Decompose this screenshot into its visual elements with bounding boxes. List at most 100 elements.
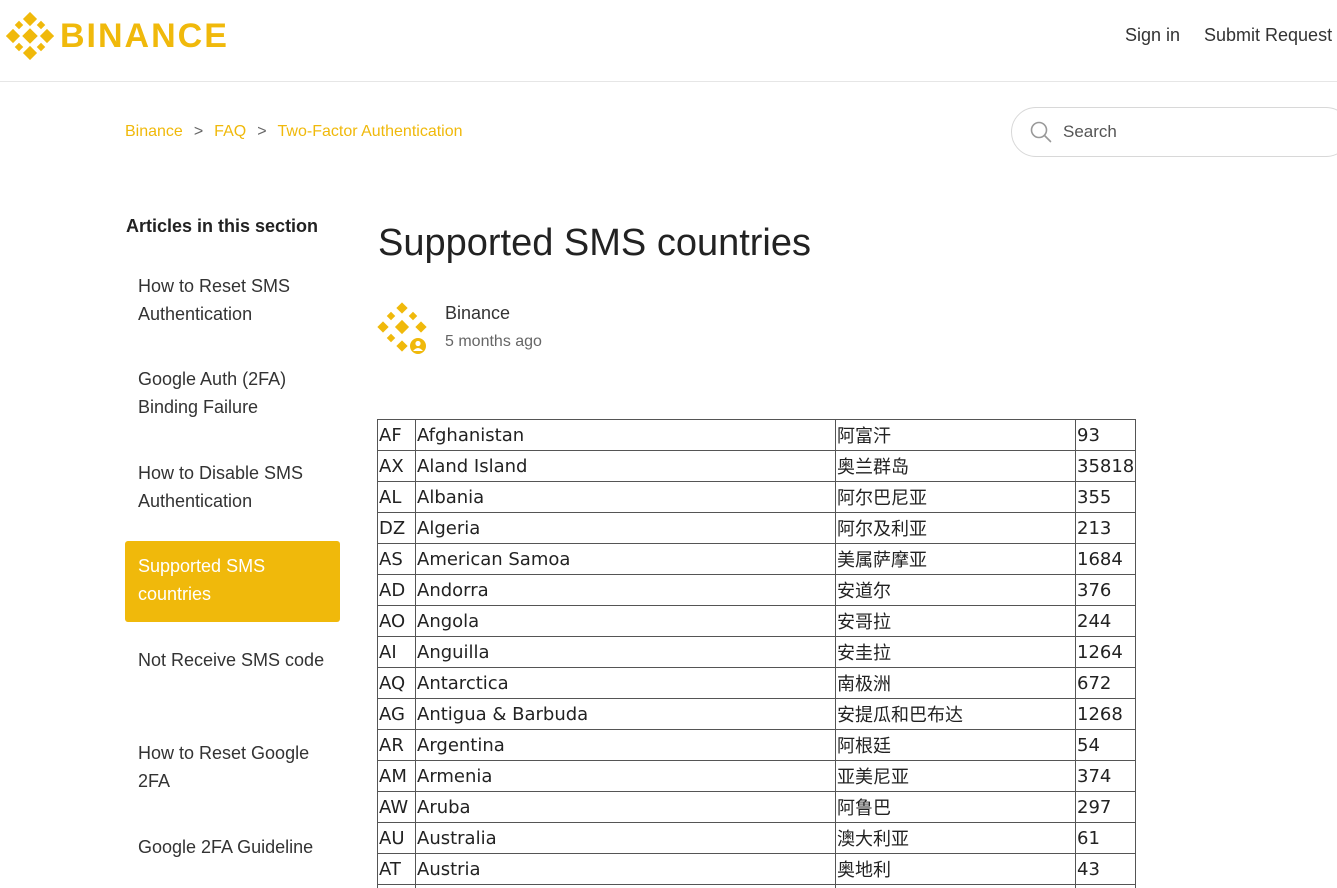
country-code-cell: AX <box>377 450 416 482</box>
dial-code-cell: 355 <box>1074 481 1137 513</box>
country-chinese-name-cell: 阿根廷 <box>835 729 1076 761</box>
country-name-cell: Antigua & Barbuda <box>415 698 836 730</box>
country-name-cell <box>415 884 836 888</box>
breadcrumb-binance[interactable]: Binance <box>125 122 183 142</box>
dial-code-cell: 213 <box>1074 512 1137 544</box>
country-name-cell: Albania <box>415 481 836 513</box>
country-chinese-name-cell: 阿鲁巴 <box>835 791 1076 823</box>
dial-code-cell <box>1074 884 1137 888</box>
table-row: AM Armenia 亚美尼亚 374 <box>377 760 1137 792</box>
breadcrumb-two-factor-authentication[interactable]: Two-Factor Authentication <box>278 122 463 142</box>
country-code-cell: AW <box>377 791 416 823</box>
country-name-cell: American Samoa <box>415 543 836 575</box>
brand-logo[interactable]: BINANCE <box>6 12 229 60</box>
submit-request-link[interactable]: Submit Request <box>1204 24 1332 46</box>
brand-name: BINANCE <box>60 17 229 55</box>
table-row: AU Australia 澳大利亚 61 <box>377 822 1137 854</box>
dial-code-cell: 1684 <box>1074 543 1137 575</box>
country-code-cell: AO <box>377 605 416 637</box>
dial-code-cell: 1264 <box>1074 636 1137 668</box>
dial-code-cell: 35818 <box>1074 450 1137 482</box>
sign-in-link[interactable]: Sign in <box>1125 24 1180 46</box>
country-chinese-name-cell: 阿富汗 <box>835 419 1076 451</box>
dial-code-cell: 297 <box>1074 791 1137 823</box>
author-avatar[interactable] <box>376 302 430 356</box>
country-chinese-name-cell: 安道尔 <box>835 574 1076 606</box>
breadcrumb: Binance > FAQ > Two-Factor Authenticatio… <box>125 122 463 142</box>
table-row: AS American Samoa 美属萨摩亚 1684 <box>377 543 1137 575</box>
country-name-cell: Anguilla <box>415 636 836 668</box>
table-row: AQ Antarctica 南极洲 672 <box>377 667 1137 699</box>
country-name-cell: Angola <box>415 605 836 637</box>
country-chinese-name-cell: 安圭拉 <box>835 636 1076 668</box>
table-row: AT Austria 奥地利 43 <box>377 853 1137 885</box>
table-row: AD Andorra 安道尔 376 <box>377 574 1137 606</box>
sidebar-item-supported-sms-countries[interactable]: Supported SMS countries <box>125 541 340 622</box>
table-row: AG Antigua & Barbuda 安提瓜和巴布达 1268 <box>377 698 1137 730</box>
table-row: AX Aland Island 奥兰群岛 35818 <box>377 450 1137 482</box>
article-updated-time: 5 months ago <box>445 333 542 350</box>
country-name-cell: Afghanistan <box>415 419 836 451</box>
country-name-cell: Armenia <box>415 760 836 792</box>
countries-table-wrapper: AF Afghanistan 阿富汗 93 AX Aland Island 奥兰群岛 3581… <box>377 419 1137 888</box>
site-header: BINANCE Sign in Submit Request <box>0 0 1337 82</box>
country-name-cell: Austria <box>415 853 836 885</box>
breadcrumb-separator: > <box>193 123 204 140</box>
country-code-cell: AT <box>377 853 416 885</box>
dial-code-cell: 672 <box>1074 667 1137 699</box>
sidebar-item-not-receive-sms[interactable]: Not Receive SMS code <box>125 646 340 674</box>
dial-code-cell: 43 <box>1074 853 1137 885</box>
search-box[interactable] <box>1011 107 1337 157</box>
author-name[interactable]: Binance <box>445 303 510 324</box>
sidebar-item-google-2fa-guideline[interactable]: Google 2FA Guideline <box>125 833 340 861</box>
table-row: AR Argentina 阿根廷 54 <box>377 729 1137 761</box>
country-code-cell: AL <box>377 481 416 513</box>
country-chinese-name-cell: 奥兰群岛 <box>835 450 1076 482</box>
country-code-cell: AF <box>377 419 416 451</box>
country-code-cell: AR <box>377 729 416 761</box>
country-name-cell: Argentina <box>415 729 836 761</box>
sidebar-item-google-auth-binding[interactable]: Google Auth (2FA) Binding Failure <box>125 365 340 421</box>
country-name-cell: Antarctica <box>415 667 836 699</box>
table-row: AO Angola 安哥拉 244 <box>377 605 1137 637</box>
search-icon <box>1030 121 1052 143</box>
sidebar-item-reset-google-2fa[interactable]: How to Reset Google 2FA <box>125 739 340 795</box>
dial-code-cell: 374 <box>1074 760 1137 792</box>
country-chinese-name-cell: 美属萨摩亚 <box>835 543 1076 575</box>
table-row: AF Afghanistan 阿富汗 93 <box>377 419 1137 451</box>
country-chinese-name-cell: 奥地利 <box>835 853 1076 885</box>
dial-code-cell: 54 <box>1074 729 1137 761</box>
dial-code-cell: 61 <box>1074 822 1137 854</box>
sidebar-item-disable-sms[interactable]: How to Disable SMS Authentication <box>125 459 340 515</box>
country-code-cell: AI <box>377 636 416 668</box>
sidebar-title: Articles in this section <box>126 216 319 236</box>
countries-table-body: AF Afghanistan 阿富汗 93 AX Aland Island 奥兰群岛 3581… <box>377 419 1137 888</box>
country-chinese-name-cell: 南极洲 <box>835 667 1076 699</box>
country-name-cell: Aland Island <box>415 450 836 482</box>
country-code-cell: DZ <box>377 512 416 544</box>
table-row: DZ Algeria 阿尔及利亚 213 <box>377 512 1137 544</box>
dial-code-cell: 93 <box>1074 419 1137 451</box>
table-row: AI Anguilla 安圭拉 1264 <box>377 636 1137 668</box>
country-chinese-name-cell: 阿尔巴尼亚 <box>835 481 1076 513</box>
countries-table: AF Afghanistan 阿富汗 93 AX Aland Island 奥兰群岛 3581… <box>377 419 1137 888</box>
country-chinese-name-cell: 阿尔及利亚 <box>835 512 1076 544</box>
table-row: AL Albania 阿尔巴尼亚 355 <box>377 481 1137 513</box>
dial-code-cell: 376 <box>1074 574 1137 606</box>
country-name-cell: Aruba <box>415 791 836 823</box>
country-chinese-name-cell: 亚美尼亚 <box>835 760 1076 792</box>
breadcrumb-separator: > <box>257 123 267 140</box>
country-code-cell: AQ <box>377 667 416 699</box>
country-code-cell: AG <box>377 698 416 730</box>
sidebar-item-reset-sms[interactable]: How to Reset SMS Authentication <box>125 272 340 328</box>
country-code-cell: AD <box>377 574 416 606</box>
breadcrumb-faq[interactable]: FAQ <box>214 122 246 142</box>
country-code-cell: AU <box>377 822 416 854</box>
country-code-cell: AM <box>377 760 416 792</box>
country-name-cell: Andorra <box>415 574 836 606</box>
search-input[interactable] <box>1063 122 1303 142</box>
country-chinese-name-cell: 安提瓜和巴布达 <box>835 698 1076 730</box>
table-row <box>377 884 1137 888</box>
article-title: Supported SMS countries <box>378 222 812 264</box>
country-name-cell: Algeria <box>415 512 836 544</box>
